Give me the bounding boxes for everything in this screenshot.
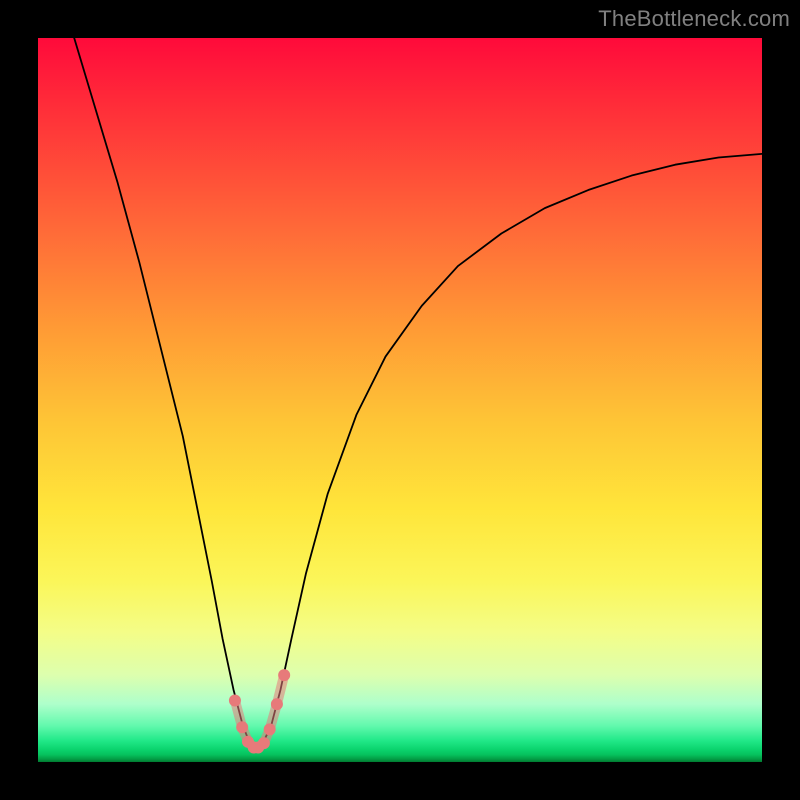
marker-dot — [236, 721, 248, 733]
marker-dot — [271, 698, 283, 710]
marker-dot — [258, 737, 270, 749]
marker-connector — [235, 675, 284, 747]
chart-svg — [38, 38, 762, 762]
chart-plot-area — [38, 38, 762, 762]
optimal-range-markers — [229, 669, 290, 753]
bottleneck-curve-path — [74, 38, 762, 749]
marker-dot — [229, 694, 241, 706]
bottleneck-curve — [74, 38, 762, 749]
watermark-text: TheBottleneck.com — [598, 6, 790, 32]
marker-dot — [278, 669, 290, 681]
frame: TheBottleneck.com — [0, 0, 800, 800]
marker-dot — [264, 723, 276, 735]
